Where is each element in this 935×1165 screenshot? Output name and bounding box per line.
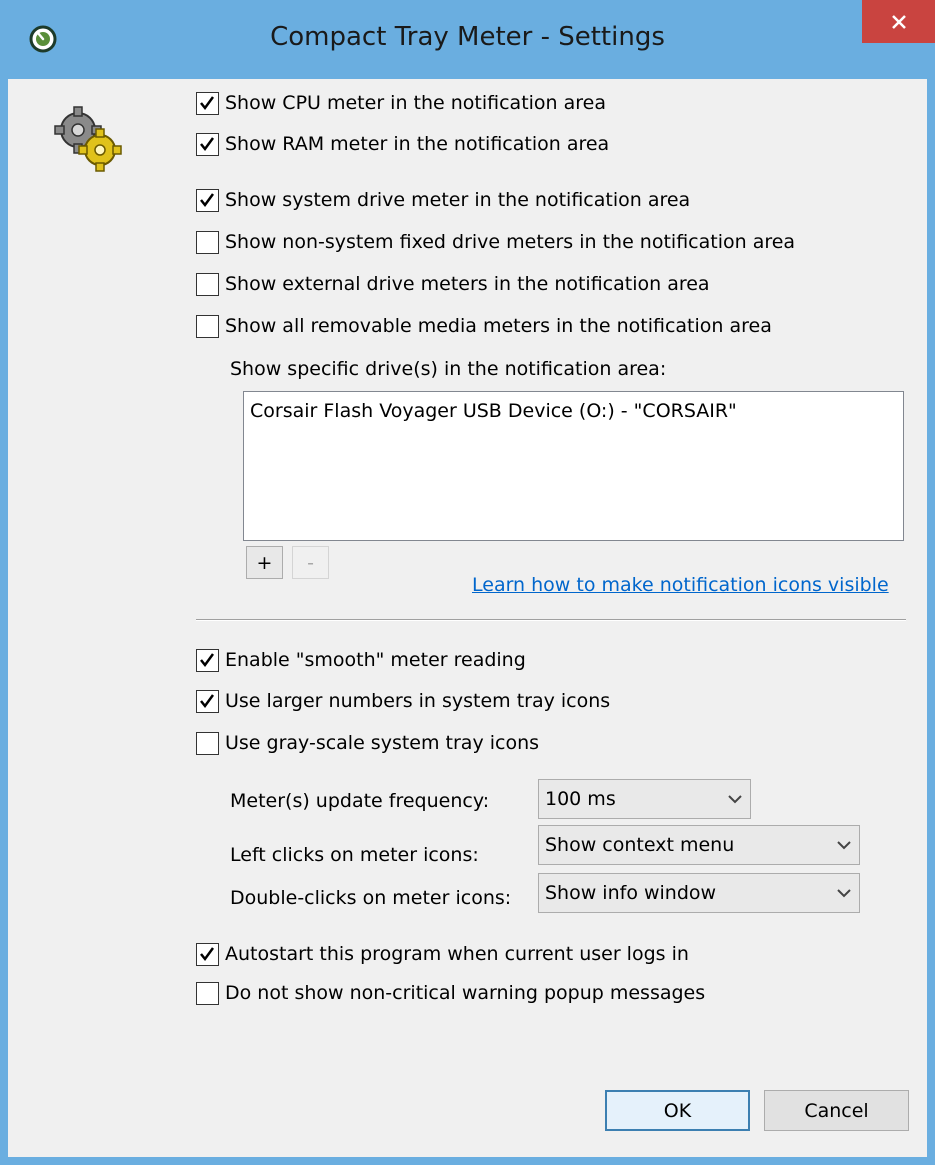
checkmark-icon bbox=[200, 192, 215, 207]
chevron-down-icon bbox=[829, 840, 859, 850]
chevron-down-icon bbox=[720, 794, 750, 804]
cancel-button[interactable]: Cancel bbox=[764, 1090, 909, 1131]
checkbox-label: Show RAM meter in the notification area bbox=[225, 133, 610, 155]
checkbox-label: Show non-system fixed drive meters in th… bbox=[225, 231, 796, 253]
show-non-system-drive-meters-checkbox[interactable]: Show non-system fixed drive meters in th… bbox=[196, 227, 795, 257]
left-click-action-select[interactable]: Show context menu bbox=[538, 825, 860, 865]
close-icon bbox=[891, 14, 906, 29]
autostart-checkbox[interactable]: Autostart this program when current user… bbox=[196, 939, 689, 969]
show-external-drive-meters-checkbox[interactable]: Show external drive meters in the notifi… bbox=[196, 269, 710, 299]
show-cpu-meter-checkbox[interactable]: Show CPU meter in the notification area bbox=[196, 88, 606, 118]
add-drive-button[interactable]: + bbox=[246, 546, 283, 579]
checkbox-label: Autostart this program when current user… bbox=[225, 943, 689, 965]
update-frequency-select[interactable]: 100 ms bbox=[538, 779, 751, 819]
checkbox-box[interactable] bbox=[196, 942, 219, 966]
update-frequency-label: Meter(s) update frequency: bbox=[230, 790, 490, 812]
checkbox-box[interactable] bbox=[196, 188, 219, 212]
checkmark-icon bbox=[200, 693, 215, 708]
chevron-down-icon bbox=[829, 888, 859, 898]
selected-value: 100 ms bbox=[545, 788, 616, 810]
checkmark-icon bbox=[200, 652, 215, 667]
checkbox-label: Show external drive meters in the notifi… bbox=[225, 273, 710, 295]
specific-drives-listbox[interactable]: Corsair Flash Voyager USB Device (O:) - … bbox=[243, 391, 904, 541]
checkbox-box[interactable] bbox=[196, 91, 219, 115]
remove-drive-button[interactable]: - bbox=[292, 546, 329, 579]
double-click-action-select[interactable]: Show info window bbox=[538, 873, 860, 913]
left-click-label: Left clicks on meter icons: bbox=[230, 844, 479, 866]
settings-window: Compact Tray Meter - Settings Show CPU m… bbox=[0, 0, 935, 1165]
checkbox-box[interactable] bbox=[196, 648, 219, 672]
checkbox-label: Show CPU meter in the notification area bbox=[225, 92, 607, 114]
suppress-warnings-checkbox[interactable]: Do not show non-critical warning popup m… bbox=[196, 978, 705, 1008]
title-bar[interactable]: Compact Tray Meter - Settings bbox=[0, 0, 935, 79]
double-click-label: Double-clicks on meter icons: bbox=[230, 887, 512, 909]
show-ram-meter-checkbox[interactable]: Show RAM meter in the notification area bbox=[196, 129, 609, 159]
list-item[interactable]: Corsair Flash Voyager USB Device (O:) - … bbox=[244, 392, 903, 430]
checkbox-label: Do not show non-critical warning popup m… bbox=[225, 982, 706, 1004]
checkbox-label: Show all removable media meters in the n… bbox=[225, 315, 772, 337]
checkbox-box[interactable] bbox=[196, 731, 219, 755]
window-title: Compact Tray Meter - Settings bbox=[270, 22, 665, 52]
separator bbox=[196, 619, 906, 621]
checkbox-box[interactable] bbox=[196, 272, 219, 296]
checkbox-label: Enable "smooth" meter reading bbox=[225, 649, 526, 671]
checkbox-box[interactable] bbox=[196, 132, 219, 156]
selected-value: Show info window bbox=[545, 882, 717, 904]
checkbox-label: Show system drive meter in the notificat… bbox=[225, 189, 691, 211]
notification-icons-help-link[interactable]: Learn how to make notification icons vis… bbox=[472, 574, 889, 596]
settings-panel: Show CPU meter in the notification area … bbox=[8, 79, 927, 1157]
checkmark-icon bbox=[200, 95, 215, 110]
close-button[interactable] bbox=[862, 0, 935, 43]
smooth-meter-reading-checkbox[interactable]: Enable "smooth" meter reading bbox=[196, 645, 526, 675]
checkbox-label: Use larger numbers in system tray icons bbox=[225, 690, 611, 712]
larger-numbers-checkbox[interactable]: Use larger numbers in system tray icons bbox=[196, 686, 610, 716]
ok-button[interactable]: OK bbox=[605, 1090, 750, 1131]
checkmark-icon bbox=[200, 136, 215, 151]
show-system-drive-meter-checkbox[interactable]: Show system drive meter in the notificat… bbox=[196, 185, 690, 215]
gray-scale-icons-checkbox[interactable]: Use gray-scale system tray icons bbox=[196, 728, 539, 758]
selected-value: Show context menu bbox=[545, 834, 735, 856]
show-removable-media-meters-checkbox[interactable]: Show all removable media meters in the n… bbox=[196, 311, 772, 341]
checkmark-icon bbox=[200, 946, 215, 961]
specific-drives-label: Show specific drive(s) in the notificati… bbox=[230, 358, 667, 380]
settings-gears-icon bbox=[54, 106, 122, 172]
checkbox-box[interactable] bbox=[196, 689, 219, 713]
checkbox-box[interactable] bbox=[196, 314, 219, 338]
checkbox-label: Use gray-scale system tray icons bbox=[225, 732, 540, 754]
checkbox-box[interactable] bbox=[196, 981, 219, 1005]
checkbox-box[interactable] bbox=[196, 230, 219, 254]
